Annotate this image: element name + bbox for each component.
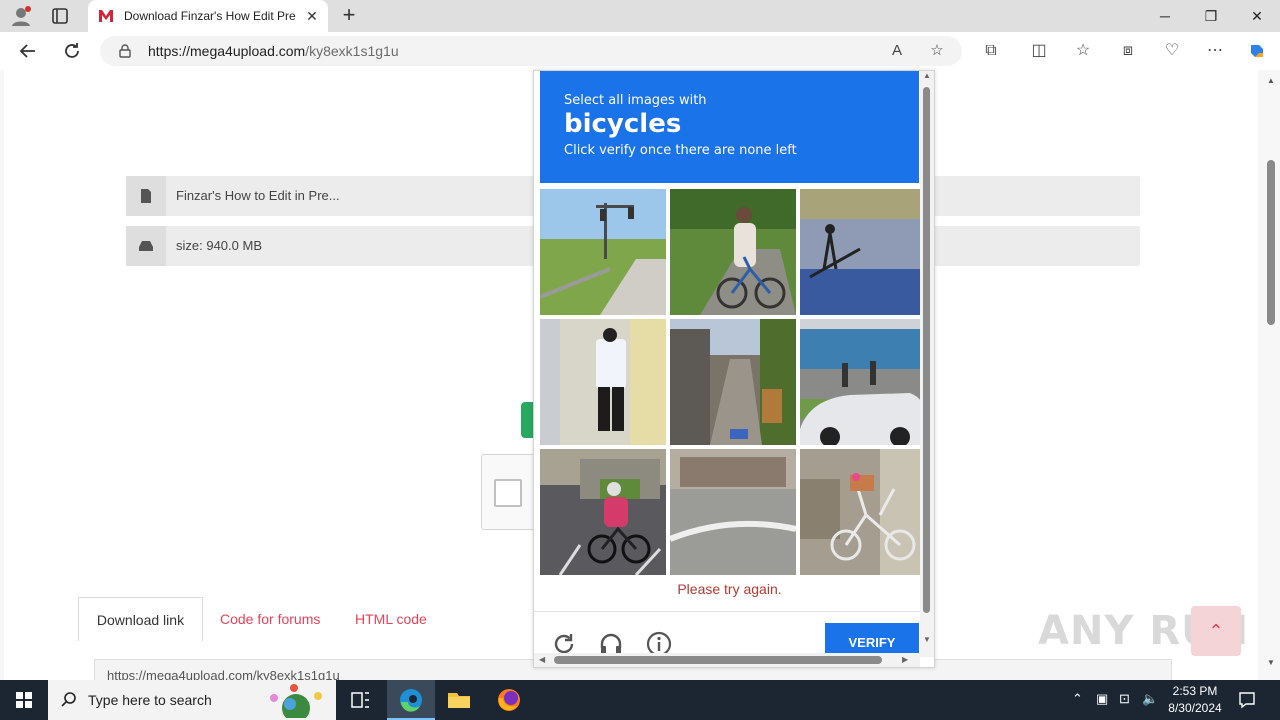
- search-highlight-icon: [270, 684, 322, 718]
- collections-icon[interactable]: ⧈: [1118, 41, 1138, 61]
- hdd-icon-cell: [126, 226, 166, 266]
- browser-tab-active[interactable]: Download Finzar's How Edit Prem ✕: [88, 0, 328, 32]
- restore-icon[interactable]: ❐: [1188, 0, 1234, 32]
- captcha-tile-3[interactable]: [800, 189, 926, 315]
- captcha-tile-1[interactable]: [540, 189, 666, 315]
- captcha-target-word: bicycles: [564, 109, 682, 139]
- lock-icon[interactable]: [118, 44, 132, 58]
- browser-toolbar: https://mega4upload.com/ky8exk1s1g1u A ☆…: [0, 32, 1280, 70]
- file-explorer-icon[interactable]: [435, 680, 483, 720]
- url-domain: https://mega4upload.com: [148, 43, 306, 59]
- scroll-up-arrow-icon[interactable]: ▲: [1267, 76, 1275, 85]
- hdd-icon: [139, 241, 153, 251]
- file-icon: [141, 189, 151, 203]
- network-icon[interactable]: ⊡: [1119, 691, 1130, 707]
- tab-close-icon[interactable]: ✕: [304, 8, 320, 24]
- captcha-tile-7[interactable]: [540, 449, 666, 575]
- close-window-icon[interactable]: ✕: [1234, 0, 1280, 32]
- copilot-icon[interactable]: [1247, 41, 1267, 61]
- file-icon-cell: [126, 176, 166, 216]
- address-bar[interactable]: https://mega4upload.com/ky8exk1s1g1u A ☆: [100, 36, 962, 66]
- tab-download-link[interactable]: Download link: [78, 597, 203, 641]
- captcha-scroll-down-icon[interactable]: ▼: [923, 635, 931, 644]
- captcha-tile-4[interactable]: [540, 319, 666, 445]
- captcha-tile-5[interactable]: [670, 319, 796, 445]
- search-icon: [61, 692, 76, 707]
- captcha-tile-2[interactable]: [670, 189, 796, 315]
- captcha-scroll-up-icon[interactable]: ▲: [923, 71, 931, 80]
- favorites-icon[interactable]: ☆: [1073, 41, 1093, 61]
- page-scroll-thumb[interactable]: [1267, 160, 1275, 325]
- url-path: /ky8exk1s1g1u: [305, 43, 399, 59]
- captcha-checkbox-widget: [481, 454, 541, 530]
- read-aloud-icon[interactable]: A: [888, 42, 906, 60]
- scroll-to-top-button[interactable]: ⌃: [1191, 606, 1241, 656]
- taskbar-search-placeholder: Type here to search: [88, 692, 212, 708]
- back-icon[interactable]: [17, 40, 39, 62]
- captcha-instruction: Select all images with: [564, 93, 707, 108]
- clock-time: 2:53 PM: [1172, 684, 1218, 698]
- windows-start-icon[interactable]: [0, 680, 48, 720]
- new-tab-icon[interactable]: +: [338, 4, 360, 27]
- captcha-scroll-left-icon[interactable]: ◀: [539, 655, 545, 664]
- favorite-star-icon[interactable]: ☆: [928, 42, 946, 60]
- captcha-hscroll-thumb[interactable]: [554, 656, 882, 664]
- captcha-vertical-scrollbar[interactable]: ▲ ▼: [920, 71, 934, 657]
- page-scrollbar[interactable]: ▲ ▼: [1262, 70, 1280, 680]
- url-text[interactable]: https://mega4upload.com/ky8exk1s1g1u: [148, 43, 399, 59]
- captcha-scroll-right-icon[interactable]: ▶: [902, 655, 908, 664]
- profile-avatar-icon[interactable]: [10, 5, 32, 27]
- extensions-icon[interactable]: ⧉: [981, 41, 1001, 61]
- captcha-subtext: Click verify once there are none left: [564, 143, 797, 158]
- tab-actions-icon[interactable]: [50, 6, 70, 26]
- settings-more-icon[interactable]: ⋯: [1205, 41, 1225, 61]
- notifications-icon[interactable]: [1238, 691, 1256, 712]
- captcha-error-message: Please try again.: [677, 581, 782, 597]
- minimize-icon[interactable]: ─: [1142, 0, 1188, 32]
- captcha-tile-9[interactable]: [800, 449, 926, 575]
- system-clock[interactable]: 2:53 PM 8/30/2024: [1162, 683, 1228, 717]
- scroll-down-arrow-icon[interactable]: ▼: [1267, 658, 1275, 667]
- firefox-icon[interactable]: [485, 680, 533, 720]
- tab-code-for-forums[interactable]: Code for forums: [220, 597, 320, 641]
- windows-taskbar: Type here to search ⌃ ▣ ⊡ 🔈 2:53 PM 8/30…: [0, 680, 1280, 720]
- refresh-icon[interactable]: [61, 40, 83, 62]
- tray-device-icon[interactable]: ▣: [1096, 691, 1108, 707]
- captcha-challenge: Select all images with bicycles Click ve…: [533, 70, 935, 668]
- link-value: https://mega4upload.com/ky8exk1s1g1u: [107, 668, 340, 680]
- task-view-icon[interactable]: [336, 680, 384, 720]
- split-screen-icon[interactable]: ◫: [1029, 41, 1049, 61]
- volume-icon[interactable]: 🔈: [1142, 691, 1158, 707]
- tab-title: Download Finzar's How Edit Prem: [124, 9, 296, 23]
- captcha-horizontal-scrollbar[interactable]: ◀ ▶: [534, 653, 920, 667]
- captcha-tile-6[interactable]: [800, 319, 926, 445]
- taskbar-search-box[interactable]: Type here to search: [48, 680, 336, 720]
- tab-html-code[interactable]: HTML code: [355, 597, 427, 641]
- file-size: size: 940.0 MB: [176, 238, 262, 253]
- mega-favicon-icon: [98, 9, 114, 23]
- file-name: Finzar's How to Edit in Pre...: [176, 188, 340, 203]
- browser-title-bar: Download Finzar's How Edit Prem ✕ + ─ ❐ …: [0, 0, 1280, 32]
- clock-date: 8/30/2024: [1168, 701, 1222, 715]
- captcha-header: Select all images with bicycles Click ve…: [540, 71, 919, 183]
- tray-chevron-up-icon[interactable]: ⌃: [1072, 691, 1083, 707]
- captcha-checkbox[interactable]: [494, 479, 522, 507]
- captcha-tile-8[interactable]: [670, 449, 796, 575]
- edge-taskbar-icon[interactable]: [387, 680, 435, 720]
- captcha-vscroll-thumb[interactable]: [923, 87, 930, 613]
- browser-essentials-icon[interactable]: ♡: [1162, 41, 1182, 61]
